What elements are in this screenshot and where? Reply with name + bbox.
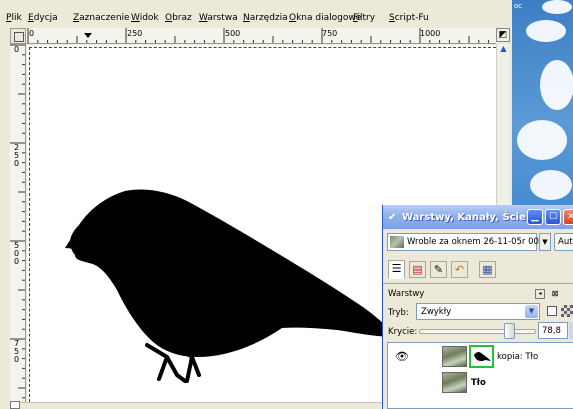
mask-bird-icon [474,351,491,362]
cloud [526,20,566,42]
menu-widok[interactable]: Widok [131,13,159,23]
layer-thumbnail [442,346,467,367]
menu-plik[interactable]: Plik [6,13,22,23]
close-tab-icon[interactable]: ⊠ [550,289,560,299]
horizontal-ruler[interactable]: 0 250 500 750 1000 [26,28,496,44]
minimize-button[interactable]: ▁ [527,209,543,225]
layers-icon[interactable]: ☰ [388,260,405,279]
mode-select[interactable]: Zwykły ▼ [416,303,540,320]
layer-row[interactable]: Tło [388,370,573,396]
navigation-icon[interactable]: ◩ [496,28,510,42]
gimp-wilber-icon: ✔ [388,212,397,223]
image-icon[interactable]: ▦ [479,261,496,278]
vruler-label-0: 0 [13,45,20,54]
menu-filtry[interactable]: Filtry [353,13,375,23]
ruler-label-500: 500 [225,29,241,38]
vertical-ruler[interactable]: 0 250 500 750 [10,44,26,402]
menu-okna-dialogowe[interactable]: Okna dialogowe [289,13,361,23]
quick-menu-button[interactable] [10,28,26,44]
image-selector[interactable]: Wroble za oknem 26-11-05r 004 [387,233,544,251]
undo-history-icon[interactable]: ↶ [451,261,468,278]
layers-dialog: ✔ Warstwy, Kanały, Ście... ▁ ☐ ✕ Wroble … [382,205,573,409]
menu-script-fu[interactable]: Script-Fu [389,13,429,23]
image-thumbnail [390,236,404,248]
layer-list: 👁 kopia: Tło Tło [387,342,573,409]
mode-label: Tryb: [388,308,409,318]
ruler-pointer-marker [84,33,92,38]
menu-edycja[interactable]: Edycja [28,13,58,23]
menu-warstwa[interactable]: Warstwa [199,13,238,23]
layer-mask-thumbnail[interactable] [469,345,494,368]
keep-transparency-checkbox[interactable] [547,306,557,316]
layer-thumbnail [442,372,467,393]
opacity-slider-thumb[interactable] [504,323,515,339]
cloud [540,60,573,110]
opacity-input[interactable]: 78,8 [538,322,568,339]
image-selector-label: Wroble za oknem 26-11-05r 004 [407,237,545,247]
tabs-divider [383,283,573,284]
layer-name: kopia: Tło [497,352,539,362]
sky-corner-text: oc [514,2,523,10]
cloud [530,170,572,200]
tab-menu-icon[interactable]: ◂ [535,289,545,299]
menu-zaznaczenie[interactable]: Zaznaczenie [73,13,130,23]
vruler-label-750: 750 [13,339,20,364]
section-label: Warstwy [388,289,425,299]
ruler-label-250: 250 [127,29,143,38]
layer-row[interactable]: 👁 kopia: Tło [388,344,573,370]
channels-icon[interactable]: ▤ [409,261,426,278]
ruler-label-750: 750 [322,29,338,38]
ruler-label-0: 0 [29,29,35,38]
ruler-label-1000: 1000 [420,29,441,38]
mode-value: Zwykły [421,307,452,317]
auto-button[interactable]: Autom [554,233,573,251]
menubar: Plik Edycja Zaznaczenie Widok Obraz Wars… [0,0,512,27]
opacity-value: 78,8 [542,326,561,336]
menu-obraz[interactable]: Obraz [165,13,192,23]
maximize-button[interactable]: ☐ [545,209,561,225]
vruler-label-500: 500 [13,241,20,266]
cloud [542,0,572,14]
quick-mask-toggle[interactable] [10,401,20,409]
vruler-label-250: 250 [13,143,20,168]
opacity-spinner[interactable] [569,322,573,339]
scroll-up-icon[interactable]: ▲ [497,44,510,56]
eye-icon[interactable]: 👁 [395,350,409,363]
paths-icon[interactable]: ✎ [430,261,447,278]
dialog-tabs: ☰ ▤ ✎ ↶ ▦ [383,257,573,283]
layers-dialog-title: Warstwy, Kanały, Ście... [402,212,538,223]
transparency-checker-icon [561,305,573,317]
close-button[interactable]: ✕ [563,209,573,225]
chevron-down-icon[interactable]: ▼ [539,233,551,251]
menu-narzedzia[interactable]: Narzędzia [243,13,288,23]
opacity-slider[interactable] [419,329,536,334]
cloud [517,120,567,160]
chevron-down-icon[interactable]: ▼ [525,305,538,318]
layer-name: Tło [471,378,486,388]
opacity-label: Krycie: [388,327,418,337]
layers-dialog-titlebar[interactable]: ✔ Warstwy, Kanały, Ście... ▁ ☐ ✕ [383,205,573,229]
